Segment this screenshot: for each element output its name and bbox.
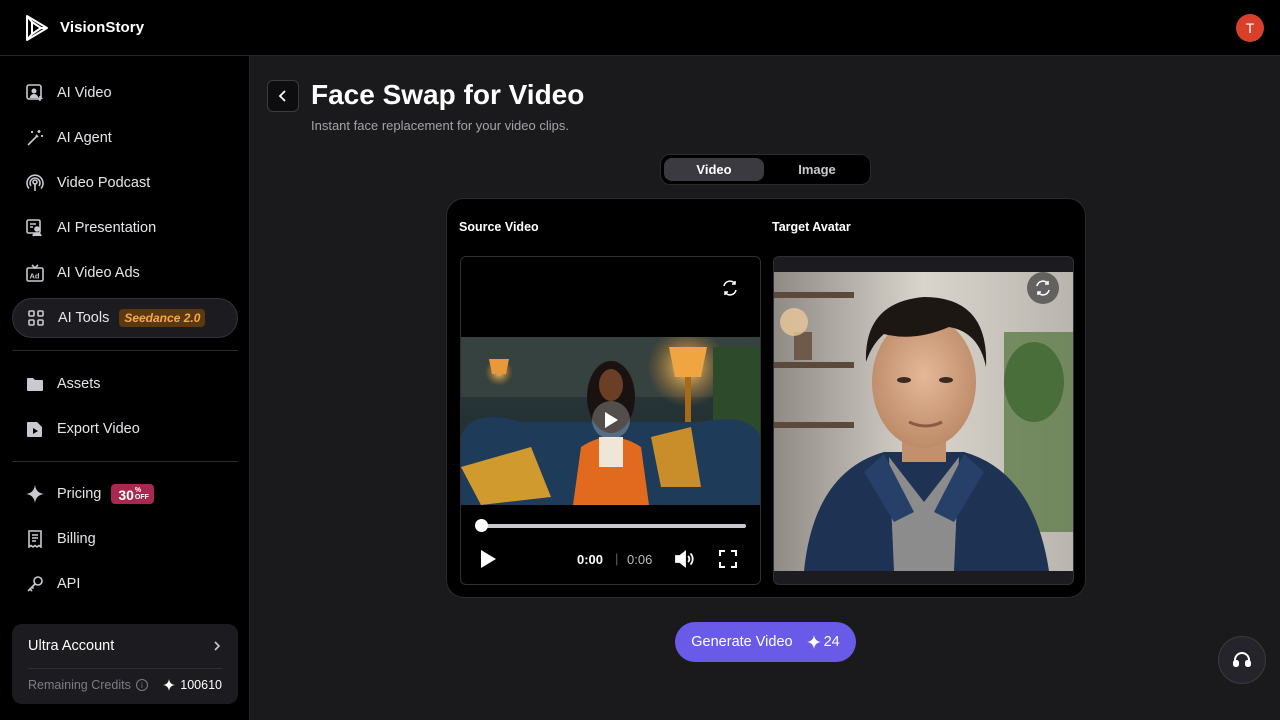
sidebar-item-video-podcast[interactable]: Video Podcast	[12, 163, 238, 203]
sidebar-item-ai-tools[interactable]: AI Tools Seedance 2.0	[12, 298, 238, 338]
page-subtitle: Instant face replacement for your video …	[311, 118, 569, 133]
account-card[interactable]: Ultra Account Remaining Credits i 100610	[12, 624, 238, 704]
sparkle-icon	[163, 679, 176, 691]
export-icon	[26, 420, 44, 438]
discount-off: OFF	[134, 494, 149, 501]
current-time: 0:00	[577, 552, 604, 567]
generate-video-button[interactable]: Generate Video 24	[675, 622, 856, 662]
sidebar-item-api[interactable]: API	[12, 564, 238, 604]
sparkle-icon	[26, 485, 44, 503]
sidebar-item-label: Export Video	[57, 421, 140, 437]
app-logo[interactable]: VisionStory	[24, 14, 144, 42]
sparkle-icon	[806, 635, 821, 649]
ai-video-icon	[26, 84, 44, 102]
source-video-player[interactable]: 0:00 | 0:06	[460, 256, 761, 585]
sidebar-item-label: Billing	[57, 531, 96, 547]
target-avatar-container[interactable]	[773, 256, 1074, 585]
sidebar-item-label: AI Tools	[58, 310, 110, 326]
sidebar: AI Video AI Agent Video Podcast AI Prese…	[0, 56, 250, 720]
sidebar-item-label: Pricing	[57, 486, 102, 502]
back-button[interactable]	[267, 80, 299, 112]
svg-text:Ad: Ad	[30, 272, 40, 281]
credits-value: 100610	[180, 678, 222, 692]
discount-badge: 30 % OFF	[111, 484, 154, 504]
target-avatar-image	[774, 272, 1073, 571]
receipt-icon	[26, 530, 44, 548]
sidebar-item-label: AI Presentation	[57, 220, 157, 236]
sidebar-item-pricing[interactable]: Pricing 30 % OFF	[12, 474, 238, 514]
sidebar-item-label: Video Podcast	[57, 175, 151, 191]
face-swap-panel: Source Video Target Avatar 0:00 | 0:06	[446, 198, 1086, 598]
grid-icon	[27, 309, 45, 327]
time-separator: |	[615, 551, 619, 566]
sidebar-item-assets[interactable]: Assets	[12, 364, 238, 404]
generate-cost-value: 24	[823, 634, 840, 650]
page-title: Face Swap for Video	[311, 79, 585, 110]
credits-label-row: Remaining Credits i	[28, 678, 148, 692]
headset-icon	[1233, 652, 1251, 667]
mode-toggle: Video Image	[660, 154, 871, 185]
account-title: Ultra Account	[28, 638, 115, 654]
podcast-icon	[26, 174, 44, 192]
tab-video[interactable]: Video	[664, 158, 764, 181]
sidebar-item-label: Assets	[57, 376, 101, 392]
sidebar-item-label: API	[57, 576, 81, 592]
sidebar-item-ai-presentation[interactable]: AI Presentation	[12, 208, 238, 248]
video-thumbnail	[461, 337, 760, 505]
info-icon[interactable]: i	[135, 679, 148, 691]
sidebar-divider	[12, 461, 238, 462]
generate-cost: 24	[806, 634, 840, 650]
source-video-label: Source Video	[459, 220, 539, 234]
video-progress-bar[interactable]	[475, 519, 746, 532]
swap-icon	[723, 280, 737, 296]
tab-image[interactable]: Image	[767, 158, 867, 181]
sidebar-item-label: AI Agent	[57, 130, 112, 146]
chevron-left-icon	[278, 90, 286, 102]
sidebar-item-ai-agent[interactable]: AI Agent	[12, 118, 238, 158]
replace-avatar-button[interactable]	[1027, 272, 1059, 304]
magic-wand-icon	[26, 129, 44, 147]
generate-label: Generate Video	[691, 634, 793, 650]
folder-icon	[26, 375, 44, 393]
support-button[interactable]	[1218, 636, 1266, 684]
account-divider	[28, 668, 222, 669]
seedance-badge: Seedance 2.0	[119, 309, 206, 327]
chevron-right-icon	[214, 641, 221, 651]
volume-icon[interactable]	[673, 548, 695, 570]
play-overlay-button[interactable]	[592, 401, 630, 439]
credits-value-row: 100610	[163, 678, 222, 692]
progress-thumb[interactable]	[475, 519, 488, 532]
key-icon	[26, 575, 44, 593]
presentation-icon	[26, 219, 44, 237]
fullscreen-icon[interactable]	[718, 549, 738, 569]
top-bar: VisionStory T	[0, 0, 1280, 56]
sidebar-item-billing[interactable]: Billing	[12, 519, 238, 559]
discount-value: 30	[118, 487, 134, 503]
play-icon	[605, 412, 618, 428]
logo-icon	[26, 14, 48, 41]
user-avatar[interactable]: T	[1236, 14, 1264, 42]
ads-icon: Ad	[26, 264, 44, 282]
replace-source-button[interactable]	[714, 272, 746, 304]
discount-percent: %	[134, 487, 142, 494]
total-time: 0:06	[627, 552, 653, 567]
sidebar-item-export-video[interactable]: Export Video	[12, 409, 238, 449]
app-name: VisionStory	[60, 19, 145, 36]
sidebar-item-label: AI Video Ads	[57, 265, 140, 281]
swap-icon	[1036, 280, 1050, 296]
play-icon[interactable]	[479, 549, 497, 569]
sidebar-item-label: AI Video	[57, 85, 112, 101]
sidebar-divider	[12, 350, 238, 351]
target-avatar-label: Target Avatar	[772, 220, 851, 234]
credits-label: Remaining Credits	[28, 678, 131, 692]
sidebar-item-ai-video-ads[interactable]: Ad AI Video Ads	[12, 253, 238, 293]
sidebar-item-ai-video[interactable]: AI Video	[12, 73, 238, 113]
